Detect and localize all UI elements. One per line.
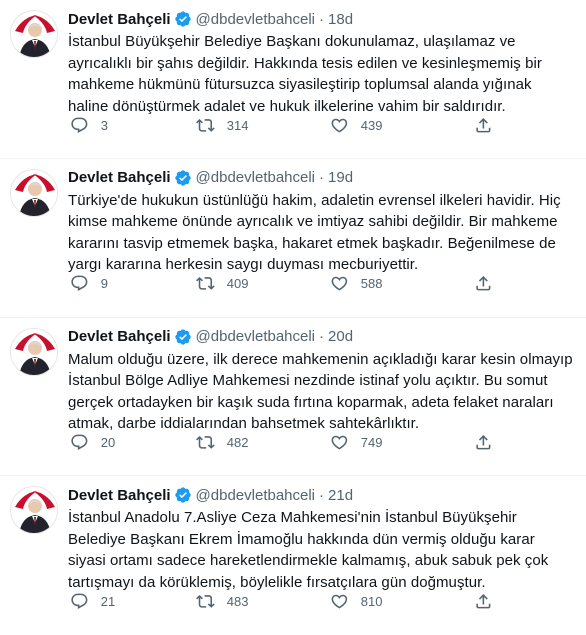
tweet-text: İstanbul Büyükşehir Belediye Başkanı dok… — [68, 33, 542, 115]
retweet-button[interactable]: 483 — [196, 589, 248, 613]
reply-count: 20 — [100, 435, 116, 450]
retweet-icon — [196, 277, 215, 291]
tweet-header: Devlet Bahçeli @dbdevletbahceli · 18d — [68, 9, 576, 29]
like-count: 439 — [360, 117, 383, 133]
retweet-button[interactable]: 482 — [196, 431, 248, 455]
avatar[interactable] — [10, 168, 58, 217]
reply-button[interactable]: 3 — [70, 113, 108, 137]
share-icon — [476, 117, 491, 133]
reply-button[interactable]: 20 — [70, 431, 115, 455]
separator-dot: · — [319, 169, 325, 187]
tweet-header: Devlet Bahçeli @dbdevletbahceli · 20d — [68, 327, 576, 347]
like-icon — [331, 277, 348, 291]
reply-button[interactable]: 9 — [70, 272, 108, 296]
author-name[interactable]: Devlet Bahçeli — [68, 328, 171, 345]
timestamp[interactable]: 21d — [328, 487, 353, 504]
avatar[interactable] — [10, 486, 58, 535]
author-name[interactable]: Devlet Bahçeli — [68, 487, 171, 504]
tweet-actions: 20 482 749 — [66, 431, 496, 455]
verified-badge-icon — [174, 170, 191, 186]
retweet-button[interactable]: 409 — [196, 272, 248, 296]
author-handle[interactable]: @dbdevletbahceli — [196, 328, 315, 345]
tweet-body: Devlet Bahçeli @dbdevletbahceli · 18d İs… — [68, 9, 576, 117]
share-button[interactable] — [474, 589, 493, 613]
timestamp[interactable]: 18d — [328, 11, 353, 28]
tweet-header: Devlet Bahçeli @dbdevletbahceli · 21d — [68, 485, 576, 505]
avatar-image — [11, 169, 57, 216]
retweet-button[interactable]: 314 — [196, 113, 248, 137]
avatar[interactable] — [10, 327, 58, 376]
reply-icon — [71, 593, 88, 609]
tweet-text: İstanbul Anadolu 7.Asliye Ceza Mahkemesi… — [68, 509, 549, 591]
author-name[interactable]: Devlet Bahçeli — [68, 169, 171, 186]
avatar-image — [11, 328, 57, 375]
like-icon — [331, 435, 348, 450]
avatar-image — [11, 487, 57, 534]
tweet[interactable]: Devlet Bahçeli @dbdevletbahceli · 20d Ma… — [0, 318, 586, 477]
author-handle[interactable]: @dbdevletbahceli — [196, 487, 315, 504]
tweet-body: Devlet Bahçeli @dbdevletbahceli · 19d Tü… — [68, 168, 576, 276]
tweet[interactable]: Devlet Bahçeli @dbdevletbahceli · 19d Tü… — [0, 159, 586, 318]
retweet-icon — [196, 436, 215, 449]
verified-badge-icon — [174, 487, 191, 503]
tweet-text: Malum olduğu üzere, ilk derece mahkemeni… — [68, 350, 573, 433]
reply-icon — [71, 117, 88, 133]
tweet[interactable]: Devlet Bahçeli @dbdevletbahceli · 21d İs… — [0, 476, 586, 635]
share-icon — [476, 276, 491, 291]
tweet-actions: 9 409 588 — [66, 272, 496, 296]
share-button[interactable] — [474, 272, 493, 296]
author-name[interactable]: Devlet Bahçeli — [68, 11, 171, 28]
share-icon — [476, 435, 491, 450]
avatar-image — [11, 11, 57, 57]
reply-count: 21 — [100, 593, 116, 609]
reply-icon — [71, 275, 88, 292]
retweet-count: 314 — [226, 117, 249, 133]
retweet-count: 482 — [226, 435, 249, 450]
reply-button[interactable]: 21 — [70, 589, 115, 613]
like-count: 588 — [360, 276, 383, 292]
timestamp[interactable]: 19d — [328, 169, 353, 186]
tweet-header: Devlet Bahçeli @dbdevletbahceli · 19d — [68, 168, 576, 188]
like-icon — [331, 594, 348, 609]
verified-badge-icon — [174, 11, 191, 27]
author-handle[interactable]: @dbdevletbahceli — [196, 11, 315, 28]
tweet-actions: 3 314 439 — [66, 113, 496, 137]
like-button[interactable]: 810 — [330, 589, 382, 613]
author-handle[interactable]: @dbdevletbahceli — [196, 169, 315, 186]
avatar[interactable] — [10, 10, 58, 58]
retweet-count: 483 — [226, 593, 249, 609]
share-button[interactable] — [474, 431, 493, 455]
like-count: 749 — [360, 435, 383, 450]
retweet-icon — [196, 594, 215, 608]
like-count: 810 — [360, 593, 383, 609]
tweet-timeline: Devlet Bahçeli @dbdevletbahceli · 18d İs… — [0, 0, 586, 635]
timestamp[interactable]: 20d — [328, 328, 353, 345]
share-icon — [476, 593, 491, 609]
separator-dot: · — [319, 10, 325, 28]
like-button[interactable]: 588 — [330, 272, 382, 296]
separator-dot: · — [319, 328, 325, 345]
verified-badge-icon — [174, 328, 191, 345]
tweet-body: Devlet Bahçeli @dbdevletbahceli · 20d Ma… — [68, 327, 576, 435]
tweet[interactable]: Devlet Bahçeli @dbdevletbahceli · 18d İs… — [0, 0, 586, 159]
reply-icon — [71, 434, 88, 451]
separator-dot: · — [319, 486, 325, 504]
tweet-actions: 21 483 810 — [66, 589, 496, 613]
tweet-text: Türkiye'de hukukun üstünlüğü hakim, adal… — [68, 191, 561, 274]
like-button[interactable]: 749 — [330, 431, 382, 455]
reply-count: 9 — [100, 276, 108, 292]
retweet-count: 409 — [226, 276, 249, 292]
tweet-body: Devlet Bahçeli @dbdevletbahceli · 21d İs… — [68, 485, 576, 593]
retweet-icon — [196, 118, 215, 132]
like-icon — [331, 118, 348, 133]
share-button[interactable] — [474, 113, 493, 137]
reply-count: 3 — [100, 117, 108, 133]
like-button[interactable]: 439 — [330, 113, 382, 137]
